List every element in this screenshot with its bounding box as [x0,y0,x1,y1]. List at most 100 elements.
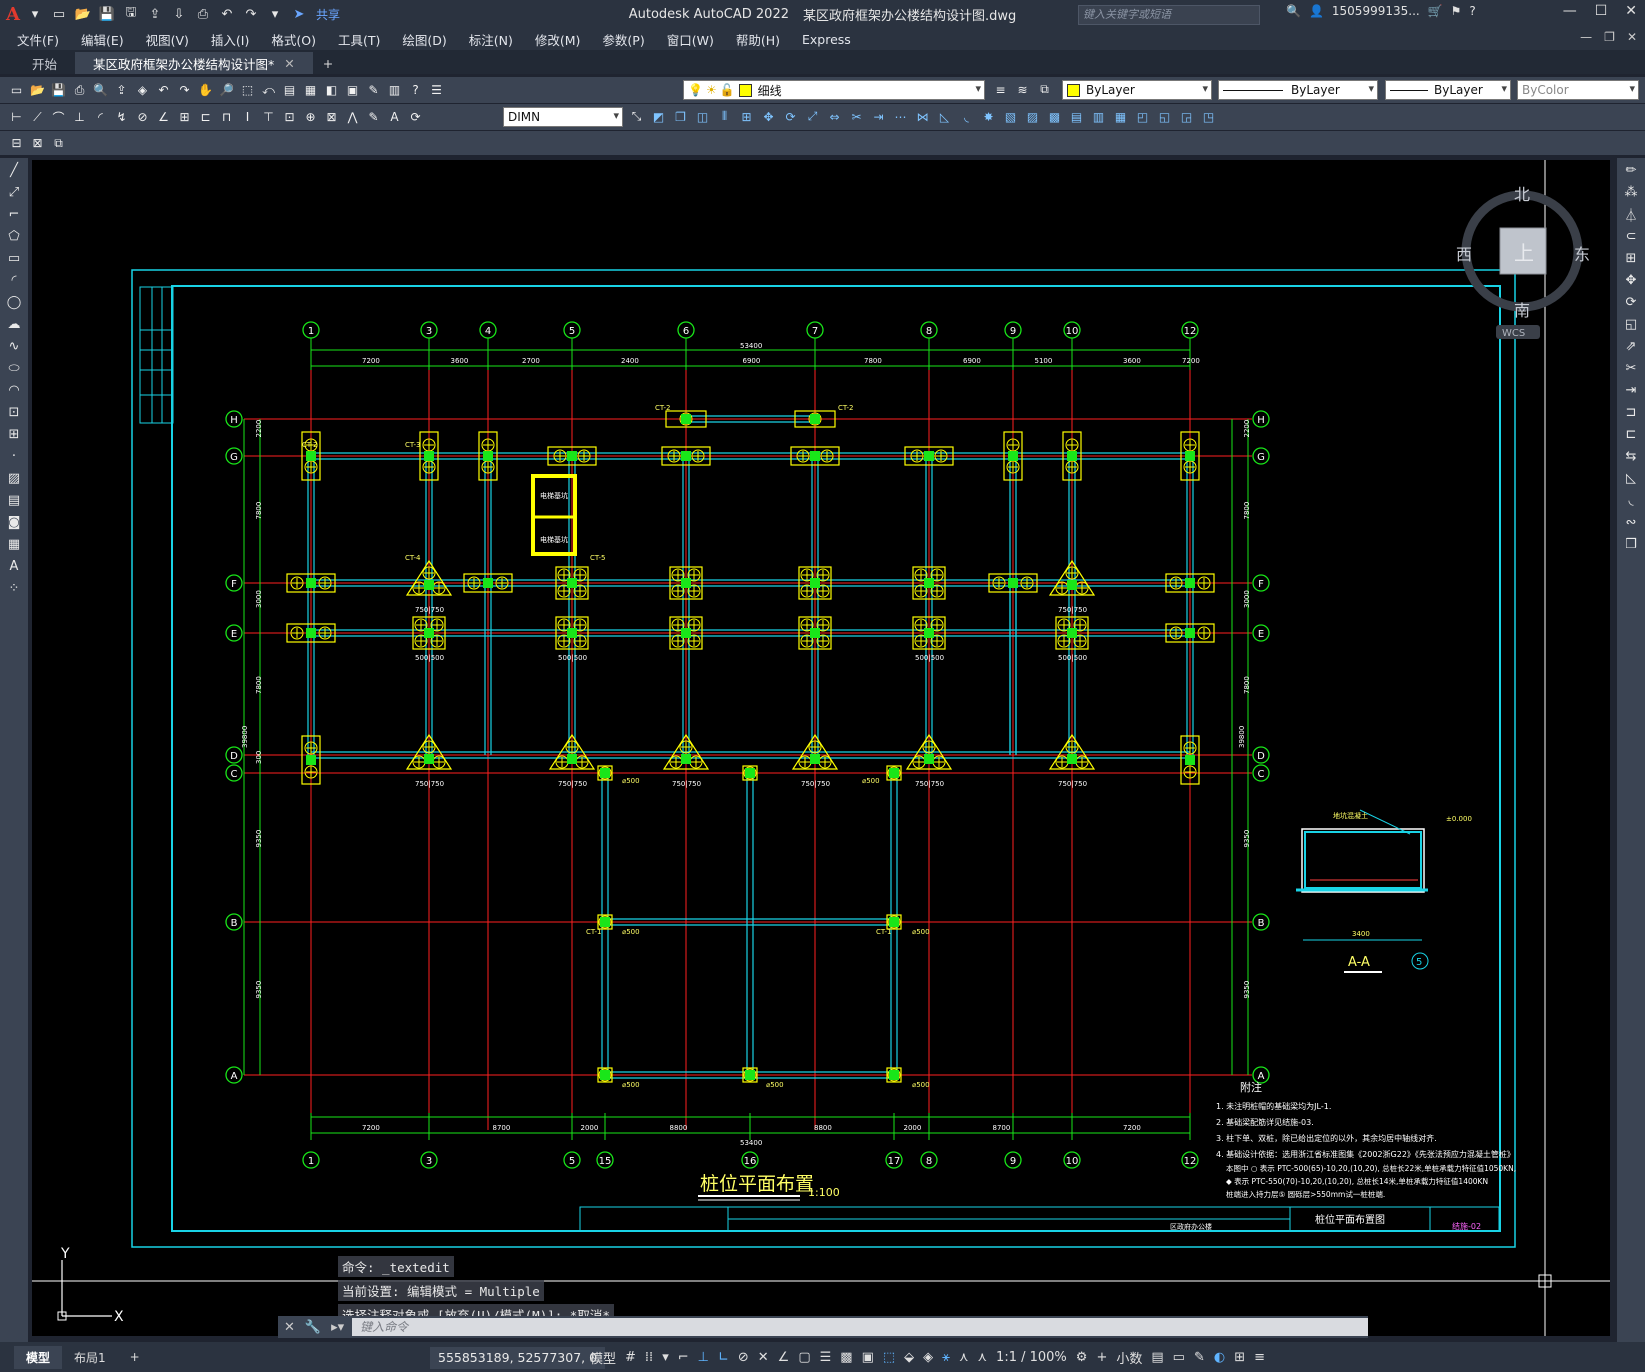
command-input[interactable]: 键入命令 [352,1318,1368,1336]
menu-insert[interactable]: 插入(I) [200,30,260,49]
splinedit-icon[interactable]: ◳ [1200,108,1217,125]
share-icon[interactable]: ➤ [290,5,308,23]
zoom-previous-icon[interactable]: ⤺ [260,82,277,99]
object-snap-tracking-icon[interactable]: ✕ [758,1350,769,1365]
external-ref-icon[interactable]: ⊠ [29,135,46,152]
mirror-icon[interactable]: ◫ [694,108,711,125]
dim-update-icon[interactable]: ⟳ [407,109,424,126]
annotation-scale-icon[interactable]: ⋏ [978,1350,988,1365]
quick-properties-icon[interactable]: ▤ [1151,1350,1163,1365]
calculator-icon[interactable]: ▥ [386,82,403,99]
region-icon[interactable]: ◙ [4,512,24,532]
offset-icon[interactable]: ⫴ [716,108,733,125]
auto-scale-icon[interactable]: ⋏ [959,1350,969,1365]
dynamic-ucs-icon[interactable]: ⬚ [883,1350,895,1365]
radius-dim-icon[interactable]: ◜ [92,109,109,126]
linetype-dropdown[interactable]: ByLayer ▾ [1218,80,1378,100]
tolerance-icon[interactable]: ⊡ [281,109,298,126]
aligned-dim-icon[interactable]: ⟋ [29,109,46,126]
save-icon[interactable]: 💾 [50,82,67,99]
offset-icon[interactable]: ⊂ [1621,226,1641,246]
menu-help[interactable]: 帮助(H) [725,30,791,49]
redo-icon[interactable]: ↷ [176,82,193,99]
insert-block-icon[interactable]: ⊡ [4,402,24,422]
menu-edit[interactable]: 编辑(E) [70,30,135,49]
zoom-realtime-icon[interactable]: 🔎 [218,82,235,99]
measure-icon[interactable]: ▤ [1068,108,1085,125]
move-icon[interactable]: ✥ [1621,270,1641,290]
menu-format[interactable]: 格式(O) [260,30,327,49]
save-as-icon[interactable]: 🖫 [122,5,140,23]
layer-previous-icon[interactable]: ≋ [1014,81,1031,98]
baseline-dim-icon[interactable]: ⊏ [197,109,214,126]
trim-icon[interactable]: ✂ [1621,358,1641,378]
doc-close-button[interactable]: ✕ [1627,30,1637,44]
gradient-icon[interactable]: ▤ [4,490,24,510]
draworder-icon[interactable]: ▧ [1002,108,1019,125]
join-icon[interactable]: ⇆ [1621,446,1641,466]
explode-icon[interactable]: ❒ [1621,534,1641,554]
coordinates-readout[interactable]: 555853189, 52577307, 0 [430,1347,606,1369]
tab-layout1[interactable]: 布局1 [62,1346,118,1369]
hatch-edit-icon[interactable]: ▦ [1112,108,1129,125]
ellipse-arc-icon[interactable]: ◠ [4,380,24,400]
erase-icon[interactable]: ✏ [1621,160,1641,180]
add-layout-button[interactable]: + [118,1347,152,1367]
snap-icon[interactable]: ⁞⁞ [645,1350,653,1365]
help-icon[interactable]: ? [1469,4,1475,18]
dim-space-icon[interactable]: Ⅰ [239,109,256,126]
autocad-logo-icon[interactable]: A [6,4,20,25]
copy-icon[interactable]: ⁂ [1621,182,1641,202]
arc-length-icon[interactable]: ⌒ [50,109,67,126]
zoom-window-icon[interactable]: ⬚ [239,82,256,99]
menu-tools[interactable]: 工具(T) [327,30,391,49]
maximize-button[interactable]: ☐ [1595,3,1608,19]
annotation-visibility-icon[interactable]: ⚹ [942,1350,950,1365]
construction-line-icon[interactable]: ⤢ [4,182,24,202]
sheet-set-icon[interactable]: ▣ [344,82,361,99]
publish-icon[interactable]: ⇪ [113,82,130,99]
publish-3d-icon[interactable]: ◈ [134,82,151,99]
blockedit-icon[interactable]: ◰ [1134,108,1151,125]
infer-icon[interactable]: ▾ [662,1350,669,1365]
wcs-label[interactable]: WCS [1502,328,1525,339]
new-icon[interactable]: ▭ [8,82,25,99]
layer-walk-icon[interactable]: ⧉ [50,135,67,152]
group-icon[interactable]: ▨ [1024,108,1041,125]
customize-icon[interactable]: 🔧 [305,1320,321,1335]
grid-icon[interactable]: # [625,1350,636,1365]
close-button[interactable]: ✕ [1625,3,1637,19]
explode-icon[interactable]: ✸ [980,108,997,125]
open-file-icon[interactable]: 📂 [74,5,92,23]
viewcube[interactable]: 上 北 南 东 西 WCS [1440,175,1600,345]
array-icon[interactable]: ⊞ [738,108,755,125]
isodraft-icon[interactable]: ⊘ [738,1350,749,1365]
drawing-canvas[interactable]: CT-2 CT-3 CT-2 CT-2 CT-4 CT-5 750|750 750|750 50… [32,160,1610,1336]
viewcube-south[interactable]: 南 [1514,301,1530,320]
cart-icon[interactable]: 🛒 [1428,4,1443,18]
model-space-label[interactable]: 模型 [590,1348,616,1367]
array-icon[interactable]: ⊞ [1621,248,1641,268]
insert-block-icon[interactable]: ⊟ [8,135,25,152]
viewcube-top[interactable]: 上 [1514,241,1534,265]
osnap-icon[interactable]: ∠ [778,1350,790,1365]
clean-screen-icon[interactable]: ⊞ [1234,1350,1245,1365]
break-icon[interactable]: ⋯ [892,108,909,125]
add-selected-icon[interactable]: ⁘ [4,578,24,598]
circle-icon[interactable]: ◯ [4,292,24,312]
copy-icon[interactable]: ❐ [672,108,689,125]
center-mark-icon[interactable]: ⊕ [302,109,319,126]
menu-parametric[interactable]: 参数(P) [591,30,655,49]
viewcube-west[interactable]: 西 [1456,245,1472,264]
viewcube-east[interactable]: 东 [1574,245,1590,264]
customize-qa-icon[interactable]: ▾ [266,5,284,23]
blend-icon[interactable]: ∾ [1621,512,1641,532]
isolate-icon[interactable]: ▥ [1090,108,1107,125]
menu-dimension[interactable]: 标注(N) [458,30,524,49]
fillet-icon[interactable]: ◟ [1621,490,1641,510]
quick-dim-icon[interactable]: ⊞ [176,109,193,126]
undo-icon[interactable]: ↶ [218,5,236,23]
inspection-icon[interactable]: ⊠ [323,109,340,126]
customization-icon[interactable]: ≡ [1254,1350,1265,1365]
markup-icon[interactable]: ✎ [365,82,382,99]
